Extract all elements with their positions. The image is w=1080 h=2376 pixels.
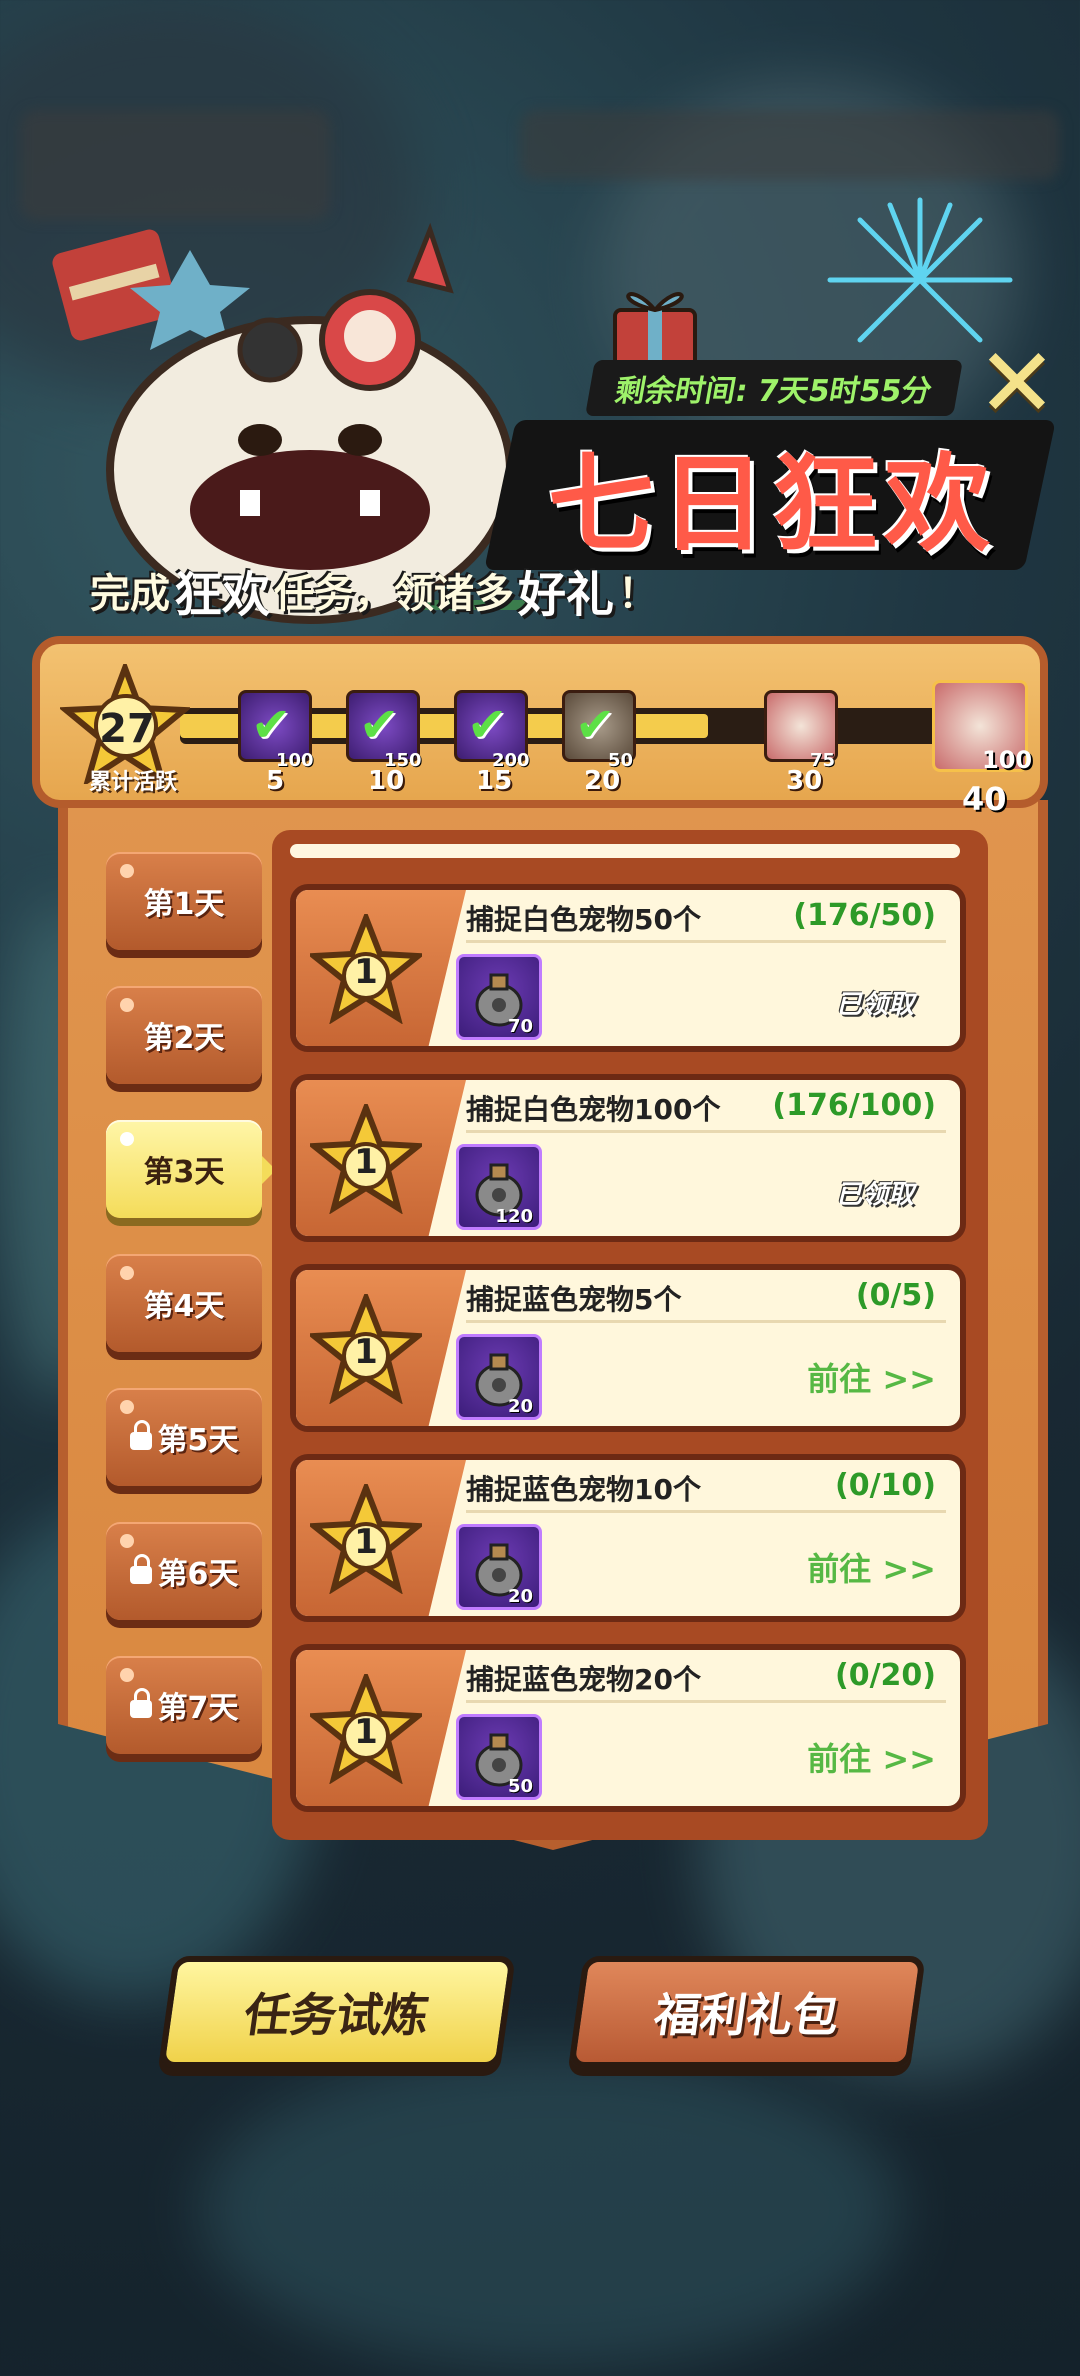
day-tab-1[interactable]: 第1天 — [106, 852, 262, 950]
reward-count: 120 — [495, 1206, 533, 1227]
scroll-edge — [290, 844, 960, 858]
task-star-value: 1 — [354, 1142, 378, 1182]
hud-resource-bar — [520, 110, 1060, 180]
subtitle-part: 任务，领诸多 — [274, 571, 515, 617]
task-title: 捕捉白色宠物50个 — [466, 903, 701, 936]
tab-dot — [120, 1400, 134, 1414]
day-tab-7[interactable]: 第7天 — [106, 1656, 262, 1754]
milestone-threshold: 30 — [786, 766, 823, 796]
task-star-value: 1 — [354, 1522, 378, 1562]
day-tab-label: 第2天 — [143, 1021, 225, 1056]
welfare-pack-label: 福利礼包 — [650, 1988, 843, 2042]
milestone-threshold: 15 — [476, 766, 513, 796]
milestone-threshold: 5 — [266, 766, 285, 796]
event-subtitle: 完成 狂欢 任务，领诸多 好礼 ！ — [90, 560, 659, 623]
reward-count: 20 — [507, 1396, 533, 1417]
day-tab-6[interactable]: 第6天 — [106, 1522, 262, 1620]
day-tab-2[interactable]: 第2天 — [106, 986, 262, 1084]
milestone-threshold: 20 — [584, 766, 621, 796]
welfare-pack-button[interactable]: 福利礼包 — [568, 1956, 926, 2068]
day-tab-5[interactable]: 第5天 — [106, 1388, 262, 1486]
task-progress: (0/20) — [834, 1658, 936, 1693]
claimed-status: 已领取 — [835, 1180, 914, 1210]
tab-dot — [120, 998, 134, 1012]
check-icon: ✔ — [467, 697, 508, 753]
go-button[interactable]: 前往 >> — [807, 1734, 936, 1780]
task-divider — [466, 1510, 946, 1513]
task-card: 1 捕捉白色宠物50个 (176/50) 70 已领取 — [290, 884, 966, 1052]
task-trial-button[interactable]: 任务试炼 — [158, 1956, 516, 2068]
day-tab-label: 第1天 — [143, 887, 225, 922]
reward-item[interactable]: 70 — [456, 954, 542, 1040]
day-tab-label: 第4天 — [143, 1289, 225, 1324]
task-card: 1 捕捉白色宠物100个 (176/100) 120 已领取 — [290, 1074, 966, 1242]
task-divider — [466, 940, 946, 943]
task-star-value: 1 — [354, 952, 378, 992]
task-progress: (176/50) — [793, 898, 936, 933]
subtitle-part: 好礼 — [518, 567, 615, 623]
reward-item[interactable]: 50 — [456, 1714, 542, 1800]
reward-item[interactable]: 20 — [456, 1334, 542, 1420]
day-tab-3[interactable]: 第3天 — [106, 1120, 276, 1218]
task-divider — [466, 1320, 946, 1323]
lock-icon — [129, 1688, 152, 1718]
reward-count: 20 — [507, 1586, 533, 1607]
check-icon: ✔ — [359, 697, 400, 753]
task-card: 1 捕捉蓝色宠物20个 (0/20) 50 前往 >> — [290, 1644, 966, 1812]
task-star-value: 1 — [354, 1332, 378, 1372]
lock-icon — [129, 1420, 152, 1450]
day-tab-label: 第5天 — [157, 1423, 239, 1458]
reward-count: 50 — [507, 1776, 533, 1797]
day-tab-label: 第7天 — [157, 1691, 239, 1726]
reward-item[interactable]: 120 — [456, 1144, 542, 1230]
task-progress: (0/10) — [834, 1468, 936, 1503]
task-divider — [466, 1700, 946, 1703]
claimed-status: 已领取 — [835, 990, 914, 1020]
milestone-count: 100 — [982, 746, 1033, 774]
tab-dot — [120, 1534, 134, 1548]
event-timer-label: 剩余时间: 7天5时55分 — [612, 374, 935, 409]
final-activity-count: 40 — [962, 780, 1007, 818]
activity-value: 27 — [99, 706, 155, 752]
task-star-value: 1 — [354, 1712, 378, 1752]
task-title: 捕捉蓝色宠物20个 — [466, 1663, 701, 1696]
tab-dot — [120, 1132, 134, 1146]
task-title: 捕捉蓝色宠物5个 — [466, 1283, 682, 1316]
check-icon: ✔ — [251, 697, 292, 753]
tab-dot — [120, 1266, 134, 1280]
hud-player-panel — [20, 110, 330, 220]
day-tab-4[interactable]: 第4天 — [106, 1254, 262, 1352]
task-progress: (176/100) — [772, 1088, 936, 1123]
day-tab-label: 第6天 — [157, 1557, 239, 1592]
task-title: 捕捉蓝色宠物10个 — [466, 1473, 701, 1506]
subtitle-part: 完成 — [90, 571, 170, 617]
task-title: 捕捉白色宠物100个 — [466, 1093, 721, 1126]
task-card: 1 捕捉蓝色宠物5个 (0/5) 20 前往 >> — [290, 1264, 966, 1432]
reward-item[interactable]: 20 — [456, 1524, 542, 1610]
milestone-threshold: 10 — [368, 766, 405, 796]
lock-icon — [129, 1554, 152, 1584]
subtitle-part: ！ — [618, 571, 659, 617]
reward-count: 70 — [507, 1016, 533, 1037]
task-trial-label: 任务试炼 — [240, 1988, 433, 2042]
go-button[interactable]: 前往 >> — [807, 1354, 936, 1400]
close-button[interactable]: ✕ — [972, 327, 1062, 439]
task-card: 1 捕捉蓝色宠物10个 (0/10) 20 前往 >> — [290, 1454, 966, 1622]
check-icon: ✔ — [575, 697, 616, 753]
day-tab-label: 第3天 — [143, 1155, 225, 1190]
tab-dot — [120, 864, 134, 878]
event-title: 七日狂欢 — [548, 443, 996, 566]
task-divider — [466, 1130, 946, 1133]
activity-label: 累计活跃 — [88, 770, 177, 795]
event-timer: 剩余时间: 7天5时55分 — [585, 360, 963, 416]
subtitle-part: 狂欢 — [174, 567, 271, 623]
task-progress: (0/5) — [855, 1278, 936, 1313]
go-button[interactable]: 前往 >> — [807, 1544, 936, 1590]
tab-dot — [120, 1668, 134, 1682]
